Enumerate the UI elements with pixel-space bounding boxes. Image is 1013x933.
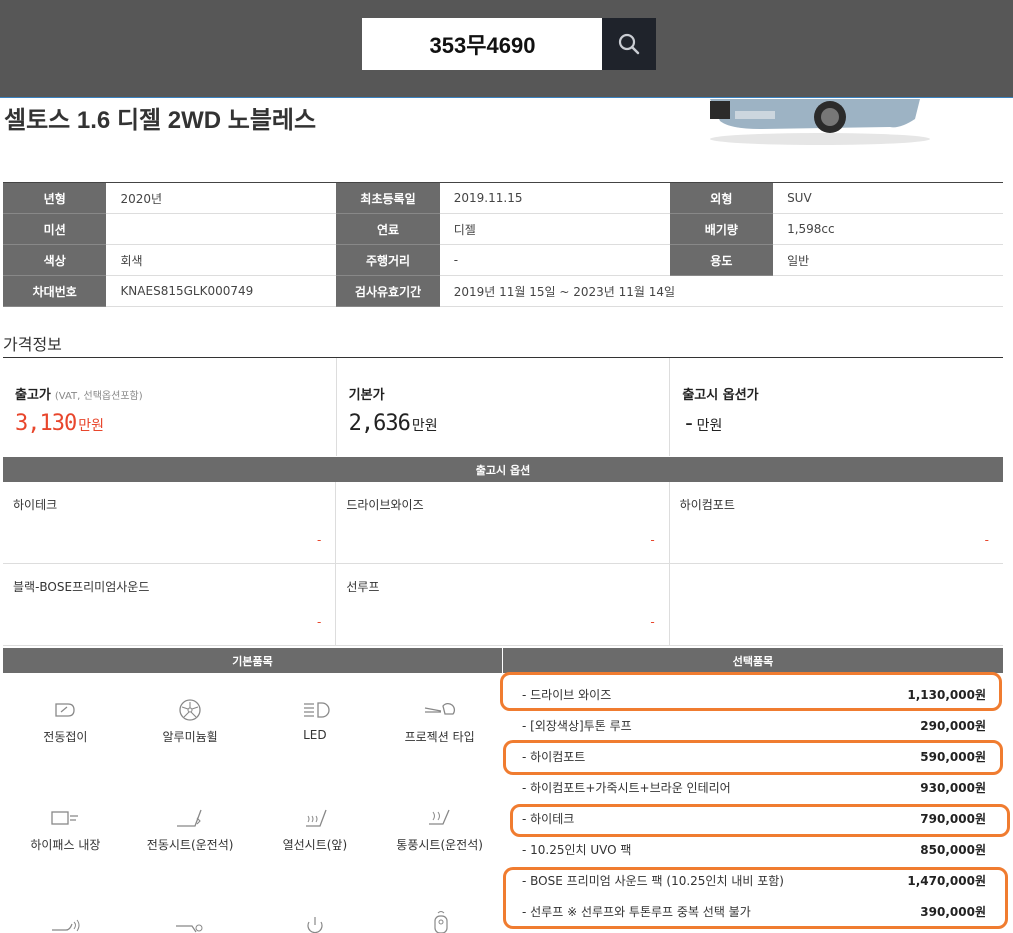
- selected-item: - 10.25인치 UVO 팩 850,000원: [522, 843, 986, 857]
- spec-key: 외형: [669, 182, 774, 214]
- search-icon: [618, 33, 640, 55]
- basic-item: 알루미늄휠: [128, 673, 253, 781]
- selected-item: - 하이컴포트+가죽시트+브라운 인테리어 930,000원: [522, 781, 986, 795]
- power-seat-icon: [177, 809, 202, 827]
- car-title: 셀토스 1.6 디젤 2WD 노블레스: [4, 107, 317, 134]
- spec-value: 회색: [106, 244, 337, 276]
- price-note: (VAT, 선택옵션포함): [54, 391, 143, 402]
- selected-items-header: 선택품목: [503, 648, 1003, 673]
- price-label: 출고시 옵션가: [682, 388, 759, 403]
- spec-key: 차대번호: [3, 275, 107, 307]
- table-row: 년형 2020년 최초등록일 2019.11.15 외형 SUV: [3, 182, 1003, 214]
- spec-key: 미션: [3, 213, 107, 245]
- car-image: [710, 99, 930, 145]
- highlight-hi-tech: [510, 804, 1010, 837]
- basic-item: LED: [253, 673, 378, 781]
- hipass-icon: [51, 811, 79, 825]
- price-section-title: 가격정보: [3, 335, 62, 354]
- plate-search-input[interactable]: 353무4690: [362, 18, 603, 70]
- spec-key: 연료: [336, 213, 440, 245]
- search-button[interactable]: [602, 18, 656, 70]
- table-row: 색상 회색 주행거리 - 용도 일반: [3, 244, 1003, 276]
- basic-item: 열선시트(앞): [253, 781, 378, 889]
- spec-value: -: [439, 244, 670, 276]
- basic-item: 통풍시트(운전석): [377, 781, 502, 889]
- projection-lamp-icon: [424, 702, 455, 715]
- price-cell-base: 기본가 2,636 만원: [337, 358, 671, 456]
- option-cell: 하이컴포트 -: [669, 482, 1003, 564]
- rear-seat-icon: [176, 924, 203, 933]
- option-cell: 드라이브와이즈 -: [336, 482, 670, 564]
- top-bar: 353무4690: [0, 0, 1013, 98]
- basic-item: 프로젝션 타입: [377, 673, 502, 781]
- selected-item: - [외장색상]투톤 루프 290,000원: [522, 719, 986, 733]
- spec-value: [106, 213, 337, 245]
- price-unit: 만원: [696, 418, 723, 434]
- spec-value: 일반: [773, 244, 1003, 276]
- option-cell: 블랙-BOSE프리미엄사운드 -: [3, 564, 337, 646]
- price-label: 출고가 (VAT, 선택옵션포함): [15, 388, 143, 403]
- spec-value: 1,598cc: [773, 213, 1003, 245]
- spec-value: KNAES815GLK000749: [106, 275, 337, 307]
- basic-item: 전동시트(운전석): [128, 781, 253, 889]
- price-cell-release: 출고가 (VAT, 선택옵션포함) 3,130 만원: [3, 358, 337, 456]
- highlight-bose-sunroof: [503, 867, 1008, 929]
- spec-value: 2019.11.15: [439, 182, 670, 214]
- basic-items-header: 기본품목: [3, 648, 502, 673]
- basic-item: 하이패스 내장: [3, 781, 128, 889]
- spec-key: 최초등록일: [336, 182, 440, 214]
- highlight-drive-wise: [500, 672, 1002, 711]
- folding-mirror-icon: [55, 703, 76, 717]
- power-button-icon: [307, 917, 323, 933]
- price-cell-options: 출고시 옵션가 - 만원: [670, 358, 1003, 456]
- highlight-hi-comfort: [503, 740, 1003, 775]
- basic-items-grid: 전동접이 알루미늄휠 LED 프로젝션 타입 하이패스 내장 전동시트(운전석)…: [3, 673, 502, 889]
- spec-key: 배기량: [669, 213, 774, 245]
- price-value: 2,636 만원: [348, 411, 438, 436]
- basic-item: 전동접이: [3, 673, 128, 781]
- driver-assist-icon: [52, 919, 80, 932]
- spec-key: 주행거리: [336, 244, 440, 276]
- led-lamp-icon: [303, 702, 330, 718]
- option-cell: 선루프 -: [336, 564, 670, 646]
- spec-key: 색상: [3, 244, 107, 276]
- option-cell: [669, 564, 1003, 646]
- price-unit: 만원: [411, 418, 438, 434]
- factory-options-header: 출고시 옵션: [3, 457, 1003, 482]
- table-row: 미션 연료 디젤 배기량 1,598cc: [3, 213, 1003, 245]
- spec-table: 년형 2020년 최초등록일 2019.11.15 외형 SUV 미션 연료 디…: [3, 182, 1003, 307]
- price-value: 3,130 만원: [15, 411, 104, 436]
- spec-key: 용도: [669, 244, 774, 276]
- price-unit: 만원: [78, 418, 104, 434]
- smart-key-icon: [434, 911, 448, 933]
- price-value: - 만원: [682, 411, 723, 436]
- spec-key: 검사유효기간: [336, 275, 440, 307]
- spec-value: SUV: [773, 182, 1003, 214]
- price-label: 기본가: [348, 388, 385, 403]
- spec-value: 2020년: [106, 182, 337, 214]
- spec-key: 년형: [3, 182, 107, 214]
- factory-options-grid: 하이테크 - 드라이브와이즈 - 하이컴포트 - 블랙-BOSE프리미엄사운드 - 선루…: [3, 482, 1003, 646]
- alloy-wheel-icon: [179, 699, 201, 721]
- ventilated-seat-icon: [428, 809, 450, 825]
- option-cell: 하이테크 -: [3, 482, 337, 564]
- price-row: 출고가 (VAT, 선택옵션포함) 3,130 만원 기본가 2,636 만원 출고시…: [3, 358, 1003, 456]
- spec-value: 디젤: [439, 213, 670, 245]
- table-row: 차대번호 KNAES815GLK000749 검사유효기간 2019년 11월 …: [3, 275, 1003, 307]
- spec-value: 2019년 11월 15일 ~ 2023년 11월 14일: [439, 275, 1003, 307]
- heated-seat-icon: [305, 809, 327, 827]
